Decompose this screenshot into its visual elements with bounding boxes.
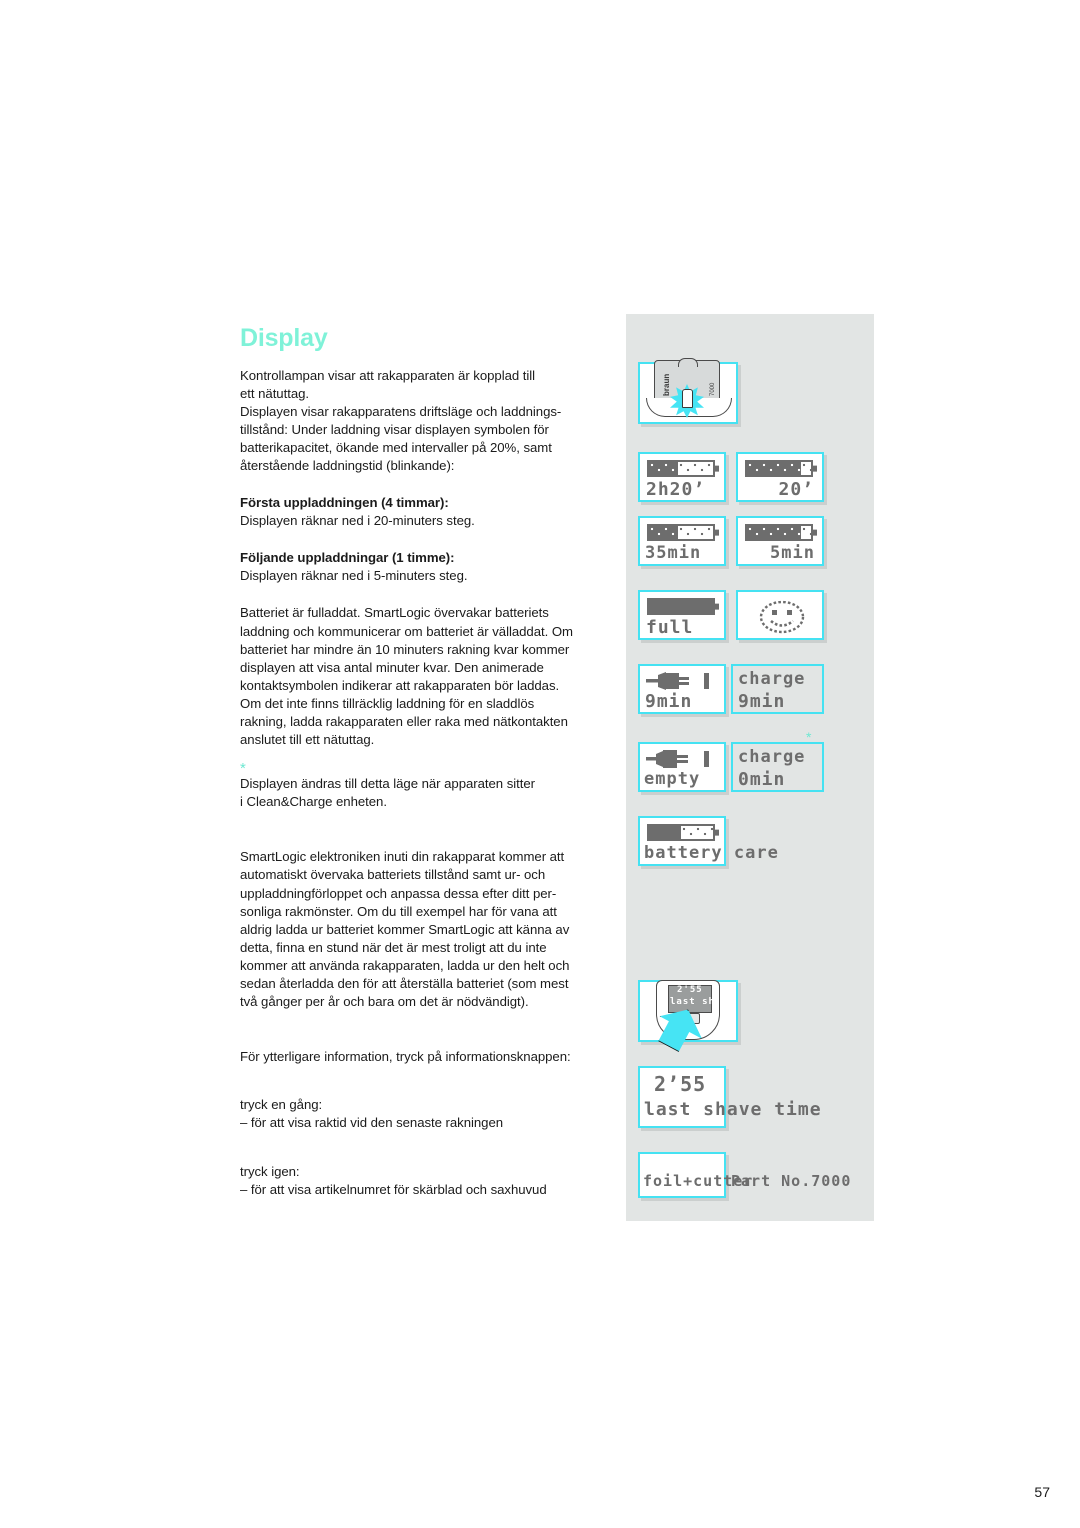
lcd-label-5min: 5min: [770, 543, 815, 563]
footnote-marker: *: [240, 760, 246, 778]
lcd-panel-last-shave: 2’55 last shave time: [638, 1066, 821, 1128]
page-number: 57: [1034, 1484, 1050, 1500]
press-again-label: tryck igen:: [240, 1163, 300, 1179]
lcd-label-2h20: 2h20’: [646, 479, 706, 500]
heading-first-charge: Första uppladdningen (4 timmar):: [240, 495, 449, 511]
footnote-line-1: Displayen ändras till detta läge när app…: [240, 776, 535, 792]
lcd-label-charge-1: charge: [738, 669, 806, 689]
smartlogic-line-8: anslutet till ett nätuttag.: [240, 732, 375, 748]
battery-icon-50: [647, 824, 715, 841]
info-button-line: För ytterligare information, tryck på in…: [240, 1049, 571, 1065]
smartlogic-line-1: Batteriet är fulladdat. SmartLogic överv…: [240, 605, 549, 621]
lcd-panel-part-number: foil+cutter Part No.7000: [638, 1152, 850, 1198]
text-column: Display Kontrollampan visar att rakappar…: [240, 324, 610, 1199]
smartlogic-long-line-8: sedan återladda den för att återställa b…: [240, 976, 569, 992]
lcd-panel-charge-9min: charge 9min: [731, 664, 824, 714]
heading-following-charges: Följande uppladdningar (1 timme):: [240, 550, 455, 566]
shaver-screen: 2'55 last sh: [668, 985, 715, 1013]
battery-icon-85-b: [745, 524, 813, 541]
lcd-panel-smiley: [736, 590, 824, 640]
intro-line-6: återstående laddningstid (blinkande):: [240, 457, 455, 473]
lcd-panel-charge-0min: charge 0min: [731, 742, 824, 792]
battery-icon-full: [647, 598, 715, 615]
first-charge-text: Displayen räknar ned i 20-minuters steg.: [240, 513, 475, 529]
battery-icon-45-b: [647, 524, 715, 541]
smartlogic-line-6: Om det inte finns tillräcklig laddning f…: [240, 695, 535, 711]
page-title: Display: [240, 324, 328, 352]
lcd-label-charge-2: charge: [738, 747, 806, 767]
shaver-foil-head: [678, 358, 698, 367]
press-again-description: – för att visa artikelnumret för skärbla…: [240, 1181, 547, 1197]
lcd-label-9min: 9min: [645, 691, 693, 712]
smartlogic-long-paragraph: SmartLogic elektroniken inuti din rakapp…: [240, 848, 610, 1011]
shaver-model-label: 7000: [710, 382, 716, 396]
shaver-screen-line-1: 2'55: [677, 985, 703, 995]
lcd-label-part-number: Part No.7000: [731, 1172, 852, 1190]
smartlogic-long-line-1: SmartLogic elektroniken inuti din rakapp…: [240, 849, 565, 865]
lcd-panel-full: full: [638, 590, 726, 640]
lcd-label-last-shave-time-value: 2’55: [654, 1072, 707, 1096]
lcd-panel-battery-care: battery care: [638, 816, 778, 866]
plug-icon-empty: [646, 750, 709, 768]
smartlogic-long-line-2: automatiskt övervaka batteriets tillstån…: [240, 867, 546, 883]
figure-column: braun 7000 2h20’ 20’ 35min 5min full 9mi…: [626, 314, 874, 1221]
smartlogic-line-3: batteriet har mindre än 10 minuters rakn…: [240, 641, 570, 657]
battery-icon-45: [647, 460, 715, 477]
lcd-label-charge-0min: 0min: [738, 769, 786, 790]
footnote-paragraph: Displayen ändras till detta läge när app…: [240, 775, 610, 811]
intro-line-5: batterikapacitet, ökande med intervaller…: [240, 439, 552, 455]
intro-line-3: Displayen visar rakapparatens driftsläge…: [240, 403, 562, 419]
figure-shaver-info-button: 2'55 last sh: [638, 980, 738, 1042]
press-once-label: tryck en gång:: [240, 1097, 323, 1113]
smartlogic-paragraph: Batteriet är fulladdat. SmartLogic överv…: [240, 604, 610, 749]
smartlogic-line-7: rakning, ladda rakapparaten eller raka m…: [240, 714, 568, 729]
lcd-label-charge-9min: 9min: [738, 691, 786, 712]
lcd-label-35min: 35min: [645, 543, 702, 563]
shaver-screen-line-2: last sh: [670, 997, 715, 1007]
smartlogic-long-line-4: sonliga rakmönster. Om du till exempel h…: [240, 903, 557, 919]
smartlogic-long-line-6: detta, finna en stund när det är mest tr…: [240, 939, 547, 955]
lcd-label-last-shave-time: last shave time: [644, 1099, 822, 1120]
lcd-panel-20min: 20’: [736, 452, 824, 502]
lcd-label-empty: empty: [644, 769, 701, 789]
smartlogic-line-2: laddning och kommunicerar om batteriet ä…: [240, 623, 573, 639]
smartlogic-long-line-9: två gånger per år och bara om det är nöd…: [240, 994, 529, 1010]
intro-line-4: tillstånd: Under laddning visar displaye…: [240, 421, 549, 437]
figure-shaver-charging: braun 7000: [638, 358, 738, 424]
smiley-face-icon: [759, 600, 805, 634]
indicator-lamp: [682, 389, 693, 408]
braun-logo: braun: [662, 373, 671, 396]
press-once-description: – för att visa raktid vid den senaste ra…: [240, 1115, 504, 1131]
smartlogic-long-line-5: aldrig ladda ur batteriet kommer SmartLo…: [240, 921, 570, 937]
lcd-panel-plug-empty: empty: [638, 742, 726, 792]
intro-line-1: Kontrollampan visar att rakapparaten är …: [240, 367, 536, 383]
following-charges-text: Displayen räknar ned i 5-minuters steg.: [240, 568, 468, 584]
intro-line-2: ett nätuttag.: [240, 385, 310, 401]
lcd-label-full: full: [646, 617, 694, 638]
smartlogic-line-5: kontaktsymbolen indikerar att rakapparat…: [240, 677, 560, 693]
smartlogic-line-4: displayen att visa antal minuter kvar. D…: [240, 659, 544, 675]
plug-icon: [646, 672, 709, 690]
lcd-panel-35min: 35min: [638, 516, 726, 566]
smartlogic-long-line-7: kommer att använda rakapparaten, ladda u…: [240, 957, 570, 973]
lcd-label-battery-care: battery care: [644, 843, 779, 863]
lcd-panel-5min: 5min: [736, 516, 824, 566]
intro-paragraph: Kontrollampan visar att rakapparaten är …: [240, 367, 610, 476]
battery-icon-85: [745, 460, 813, 477]
footnote-line-2: i Clean&Charge enheten.: [240, 794, 387, 810]
smartlogic-long-line-3: uppladdningförloppet och anpassa dessa e…: [240, 885, 557, 901]
lcd-panel-2h20: 2h20’: [638, 452, 726, 502]
lcd-label-20min: 20’: [778, 479, 814, 500]
lcd-panel-plug-9min: 9min: [638, 664, 726, 714]
